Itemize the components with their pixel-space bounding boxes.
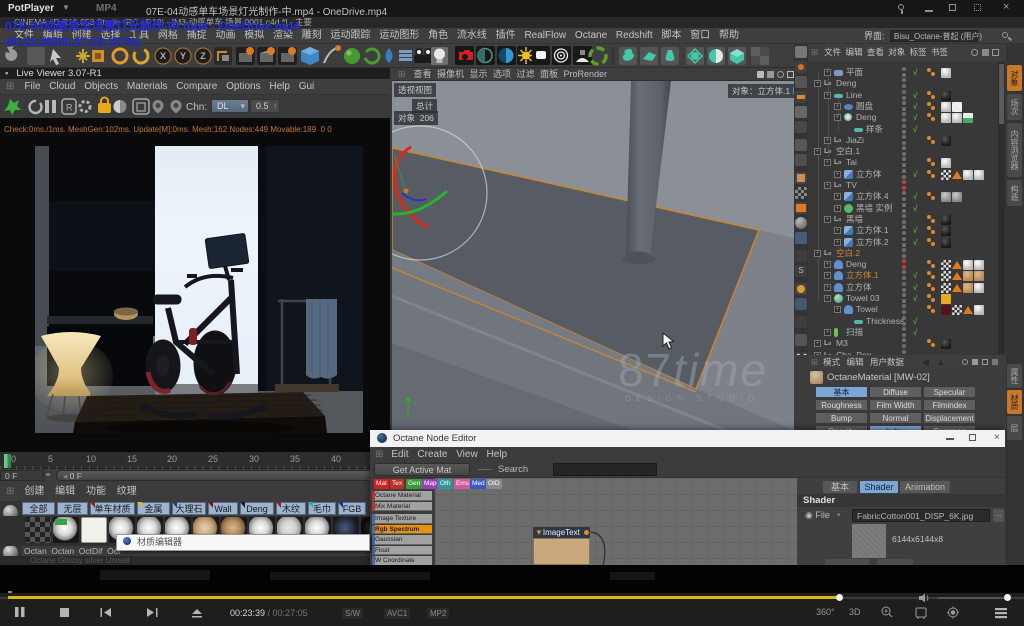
svg-text:87time: 87time bbox=[618, 344, 768, 396]
svg-text:Y: Y bbox=[413, 400, 418, 407]
svg-text:DESIGN STUDIO: DESIGN STUDIO bbox=[625, 394, 760, 403]
svg-text:Z: Z bbox=[200, 51, 206, 61]
svg-text:X: X bbox=[160, 51, 166, 61]
svg-text:R: R bbox=[66, 103, 73, 113]
svg-text:Y: Y bbox=[180, 51, 186, 61]
svg-text:Chn:: Chn: bbox=[186, 102, 207, 113]
